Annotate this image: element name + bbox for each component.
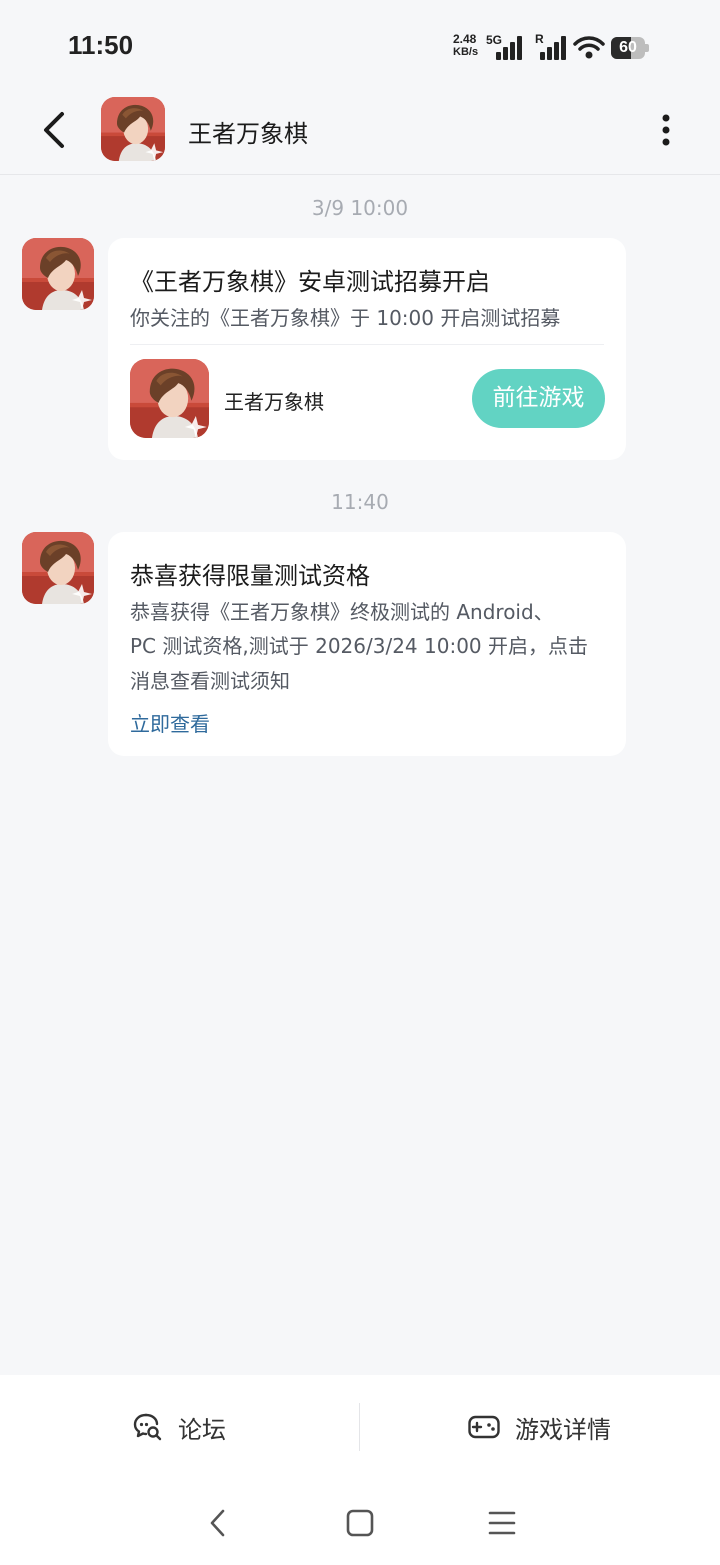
header-avatar[interactable]	[101, 97, 165, 161]
signal-icon	[496, 36, 524, 60]
message-card[interactable]: 《王者万象棋》安卓测试招募开启 你关注的《王者万象棋》于 10:00 开启测试招…	[108, 238, 626, 460]
bottom-tab-bar: 论坛 游戏详情	[0, 1375, 720, 1479]
page-title: 王者万象棋	[188, 120, 308, 148]
wifi-icon	[573, 36, 605, 60]
nav-menu-button[interactable]	[482, 1503, 522, 1543]
message-title: 恭喜获得限量测试资格	[130, 562, 370, 590]
tab-game-details-label: 游戏详情	[515, 1415, 611, 1444]
back-button[interactable]	[30, 106, 78, 154]
gamepad-icon	[468, 1415, 500, 1439]
message-body-line: PC 测试资格,测试于 2026/3/24 10:00 开启，点击	[130, 634, 588, 658]
message-subtitle: 你关注的《王者万象棋》于 10:00 开启测试招募	[130, 306, 561, 330]
network-speed: 2.48 KB/s	[453, 33, 478, 59]
back-arrow-icon	[44, 112, 64, 148]
message-body-line: 消息查看测试须知	[130, 669, 290, 693]
view-now-link[interactable]: 立即查看	[130, 708, 210, 737]
game-app-icon	[130, 359, 209, 438]
status-time: 11:50	[68, 30, 134, 60]
more-options-button[interactable]	[650, 108, 682, 152]
battery-level: 60	[619, 39, 637, 56]
message-avatar[interactable]	[22, 238, 94, 310]
battery-body: 60	[611, 37, 645, 59]
battery-icon: 60	[611, 37, 649, 59]
network-speed-unit: KB/s	[453, 46, 479, 58]
nav-home-icon	[346, 1509, 374, 1537]
message-title: 《王者万象棋》安卓测试招募开启	[130, 268, 490, 296]
signal-icon-2	[540, 36, 568, 60]
message-body-line: 恭喜获得《王者万象棋》终极测试的 Android、	[130, 600, 554, 624]
go-to-game-button[interactable]: 前往游戏	[472, 369, 605, 428]
game-name: 王者万象棋	[224, 390, 324, 414]
game-app-icon	[22, 532, 94, 604]
chat-header: 王者万象棋	[0, 96, 720, 175]
nav-back-icon	[210, 1509, 225, 1537]
nav-menu-icon	[488, 1511, 516, 1535]
more-vertical-icon	[662, 114, 670, 146]
nav-home-button[interactable]	[340, 1503, 380, 1543]
message-timestamp: 3/9 10:00	[311, 196, 409, 220]
status-bar: 11:50 2.48 KB/s 5G R 60	[0, 0, 720, 96]
message-timestamp: 11:40	[331, 490, 389, 514]
card-divider	[130, 344, 604, 345]
message-avatar[interactable]	[22, 532, 94, 604]
forum-search-icon	[133, 1413, 162, 1441]
battery-tip	[645, 44, 649, 52]
tab-forum-label: 论坛	[178, 1415, 226, 1444]
nav-back-button[interactable]	[198, 1503, 238, 1543]
system-nav-bar	[0, 1479, 720, 1565]
message-card[interactable]: 恭喜获得限量测试资格 恭喜获得《王者万象棋》终极测试的 Android、 PC …	[108, 532, 626, 756]
tab-separator	[359, 1403, 360, 1451]
game-app-icon	[101, 97, 165, 161]
tab-forum[interactable]: 论坛	[132, 1375, 226, 1479]
game-app-icon	[22, 238, 94, 310]
tab-game-details[interactable]: 游戏详情	[467, 1375, 611, 1479]
network-speed-value: 2.48	[453, 32, 477, 46]
game-thumbnail[interactable]	[130, 359, 209, 438]
